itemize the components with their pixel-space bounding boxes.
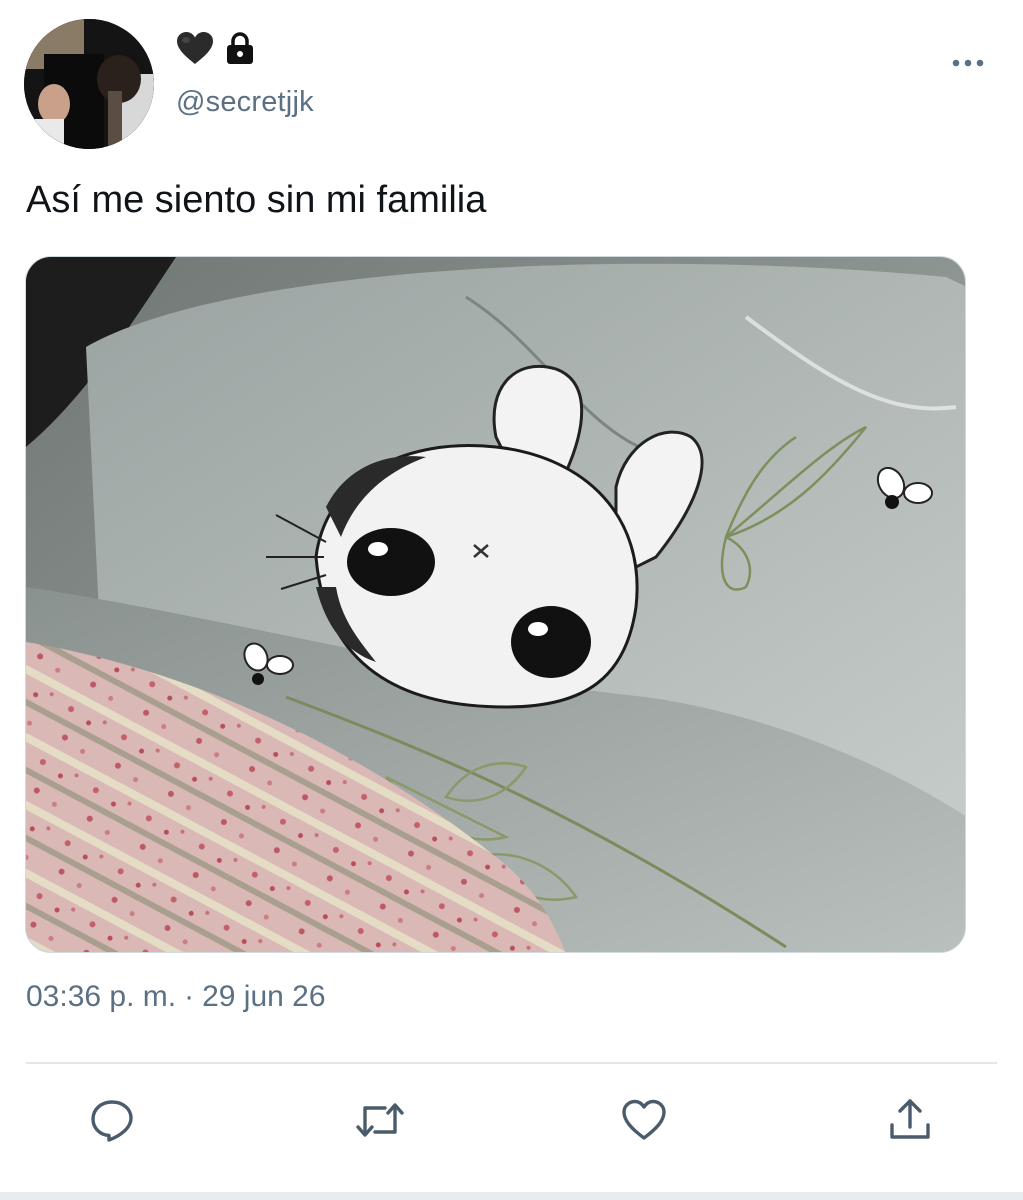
heart-icon bbox=[620, 1098, 668, 1147]
share-icon bbox=[888, 1097, 932, 1148]
card-bottom-edge bbox=[0, 1192, 1023, 1200]
reply-button[interactable] bbox=[80, 1090, 144, 1154]
timestamp-separator: · bbox=[184, 980, 195, 1013]
user-handle[interactable]: @secretjjk bbox=[176, 86, 314, 119]
retweet-icon bbox=[353, 1098, 407, 1147]
retweet-button[interactable] bbox=[348, 1090, 412, 1154]
tweet-timestamp[interactable]: 03:36 p. m. · 29 jun 26 bbox=[26, 980, 326, 1014]
tweet-card: @secretjjk Así me siento sin mi familia bbox=[0, 0, 1023, 1200]
tweet-time: 03:36 p. m. bbox=[26, 980, 177, 1013]
tweet-text: Así me siento sin mi familia bbox=[26, 179, 487, 221]
reply-icon bbox=[89, 1098, 135, 1147]
more-options-icon[interactable] bbox=[951, 46, 985, 80]
tweet-media[interactable] bbox=[25, 256, 966, 953]
share-button[interactable] bbox=[878, 1090, 942, 1154]
display-name[interactable] bbox=[176, 28, 256, 68]
black-heart-icon bbox=[176, 31, 214, 65]
like-button[interactable] bbox=[612, 1090, 676, 1154]
tweet-date: 29 jun 26 bbox=[202, 980, 326, 1013]
action-bar bbox=[0, 1090, 1023, 1160]
divider bbox=[26, 1062, 997, 1064]
avatar[interactable] bbox=[24, 19, 154, 149]
lock-icon bbox=[224, 31, 256, 65]
